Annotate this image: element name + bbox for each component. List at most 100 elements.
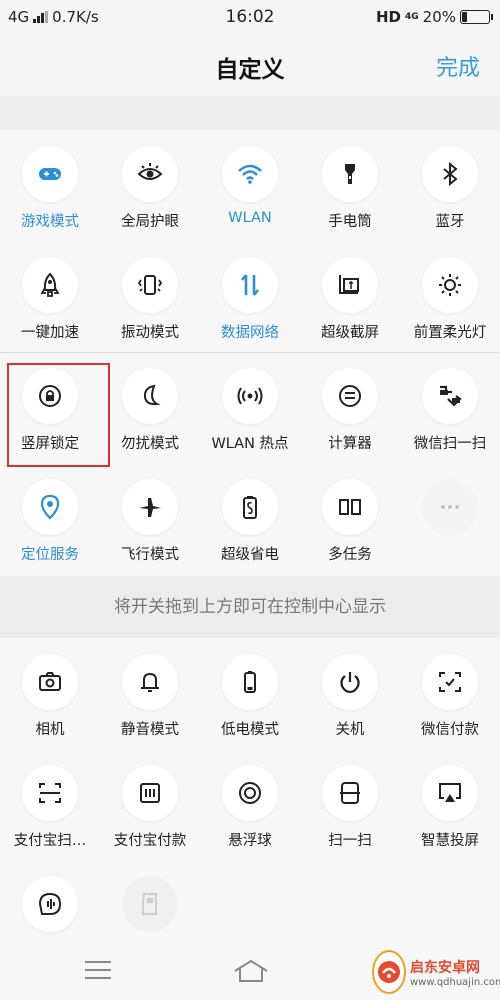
float-ball-icon	[239, 782, 261, 804]
tile-circle	[122, 876, 178, 932]
tile-label: 勿扰模式	[121, 436, 179, 452]
tile-label: 智慧投屏	[421, 833, 479, 849]
tile-row: 一键加速 振动模式 数据网络 超级截屏 前置柔光灯	[0, 241, 500, 351]
scan-icon	[340, 782, 360, 804]
tile-screenshot[interactable]: 超级截屏	[300, 241, 400, 351]
tile-wechat-scan[interactable]: 微信扫一扫	[400, 352, 500, 462]
page-title: 自定义	[215, 57, 285, 83]
wifi-icon	[238, 164, 262, 184]
tile-row	[0, 860, 500, 945]
tile-rocket[interactable]: 一键加速	[0, 241, 100, 351]
tile-wifi[interactable]: WLAN	[200, 130, 300, 240]
bell-icon	[141, 672, 159, 692]
tile-calculator[interactable]: 计算器	[300, 352, 400, 462]
alipay-scan-icon	[39, 783, 61, 803]
tile-label: 低电模式	[221, 722, 279, 738]
tile-sd-card[interactable]	[100, 860, 200, 945]
tile-power[interactable]: 关机	[300, 638, 400, 748]
tile-bell[interactable]: 静音模式	[100, 638, 200, 748]
tile-float-ball[interactable]: 悬浮球	[200, 749, 300, 859]
tile-scan[interactable]: 扫一扫	[300, 749, 400, 859]
active-tiles-panel: 游戏模式 全局护眼 WLAN 手电筒 蓝牙 一键加速 振动模式 数据网络 超级截屏 前置柔光灯 竖屏…	[0, 130, 500, 576]
tile-brightness[interactable]: 前置柔光灯	[400, 241, 500, 351]
tile-circle	[22, 765, 78, 821]
data-arrows-icon	[240, 274, 260, 296]
alipay-pay-icon	[140, 783, 160, 803]
tile-label: 支付宝扫…	[13, 833, 87, 849]
tile-alipay-pay[interactable]: 支付宝付款	[100, 749, 200, 859]
power-icon	[340, 672, 360, 694]
tile-label: 微信付款	[421, 722, 479, 738]
location-icon	[40, 494, 60, 520]
status-right: HD 4G 20%	[376, 8, 493, 26]
watermark-title: 启东安卓网	[410, 959, 480, 976]
vibrate-icon	[137, 275, 163, 295]
tile-circle	[122, 765, 178, 821]
tile-circle	[422, 146, 478, 202]
tile-eye[interactable]: 全局护眼	[100, 130, 200, 240]
tile-voice[interactable]	[0, 860, 100, 945]
tile-low-battery[interactable]: 低电模式	[200, 638, 300, 748]
battery-percent: 20%	[422, 8, 456, 26]
tile-row: 相机 静音模式 低电模式 关机 微信付款	[0, 638, 500, 748]
tile-screen-cast[interactable]: 智慧投屏	[400, 749, 500, 859]
tile-circle	[322, 146, 378, 202]
watermark-url: www.qdhuajin.com	[410, 976, 500, 988]
screen-cast-icon	[439, 783, 461, 802]
top-gray-band	[0, 96, 500, 130]
tile-label: 扫一扫	[328, 833, 372, 849]
tile-circle	[322, 368, 378, 424]
tile-label: 前置柔光灯	[413, 325, 487, 341]
tile-label: WLAN	[228, 210, 272, 226]
menu-button[interactable]	[85, 961, 111, 981]
tile-label: 关机	[335, 722, 365, 738]
tile-circle	[422, 765, 478, 821]
tile-more-dots[interactable]	[400, 463, 500, 573]
tile-label: 振动模式	[121, 325, 179, 341]
tile-flashlight[interactable]: 手电筒	[300, 130, 400, 240]
highlight-box	[7, 363, 110, 467]
tile-label: 数据网络	[221, 325, 279, 341]
wechat-scan-icon	[440, 385, 462, 407]
tile-multitask[interactable]: 多任务	[300, 463, 400, 573]
sd-card-icon	[142, 893, 157, 915]
tile-location[interactable]: 定位服务	[0, 463, 100, 573]
tile-label: 支付宝付款	[113, 833, 187, 849]
tile-bluetooth[interactable]: 蓝牙	[400, 130, 500, 240]
tile-wechat-pay[interactable]: 微信付款	[400, 638, 500, 748]
tile-vibrate[interactable]: 振动模式	[100, 241, 200, 351]
calculator-icon	[339, 385, 361, 407]
tile-airplane[interactable]: 飞行模式	[100, 463, 200, 573]
tile-row: 定位服务 飞行模式 超级省电 多任务	[0, 463, 500, 573]
tile-moon[interactable]: 勿扰模式	[100, 352, 200, 462]
home-button[interactable]	[231, 957, 271, 985]
screenshot-icon	[339, 275, 359, 294]
tile-alipay-scan[interactable]: 支付宝扫…	[0, 749, 100, 859]
tile-circle	[122, 368, 178, 424]
tile-circle	[122, 654, 178, 710]
tile-row: 支付宝扫… 支付宝付款 悬浮球 扫一扫 智慧投屏	[0, 749, 500, 859]
bluetooth-icon	[443, 161, 458, 187]
tile-circle	[322, 654, 378, 710]
more-dots-icon	[441, 505, 459, 509]
tile-circle	[222, 257, 278, 313]
tile-circle	[322, 257, 378, 313]
tile-circle	[222, 146, 278, 202]
tile-circle	[222, 765, 278, 821]
tile-data-arrows[interactable]: 数据网络	[200, 241, 300, 351]
tile-circle	[122, 257, 178, 313]
inactive-tiles-panel: 相机 静音模式 低电模式 关机 微信付款支付宝扫… 支付宝付款 悬浮球 扫一扫 智慧投屏	[0, 638, 500, 945]
tile-label: 多任务	[328, 547, 372, 563]
tile-battery-saver[interactable]: 超级省电	[200, 463, 300, 573]
tile-label: 手电筒	[328, 214, 372, 230]
tile-camera[interactable]: 相机	[0, 638, 100, 748]
tile-gamepad[interactable]: 游戏模式	[0, 130, 100, 240]
tile-circle	[22, 479, 78, 535]
low-battery-icon	[244, 671, 256, 693]
tile-label: 游戏模式	[21, 214, 79, 230]
tile-hotspot[interactable]: WLAN 热点	[200, 352, 300, 462]
rocket-icon	[40, 272, 60, 297]
done-button[interactable]: 完成	[436, 50, 480, 82]
tile-circle	[22, 654, 78, 710]
tile-circle	[122, 479, 178, 535]
